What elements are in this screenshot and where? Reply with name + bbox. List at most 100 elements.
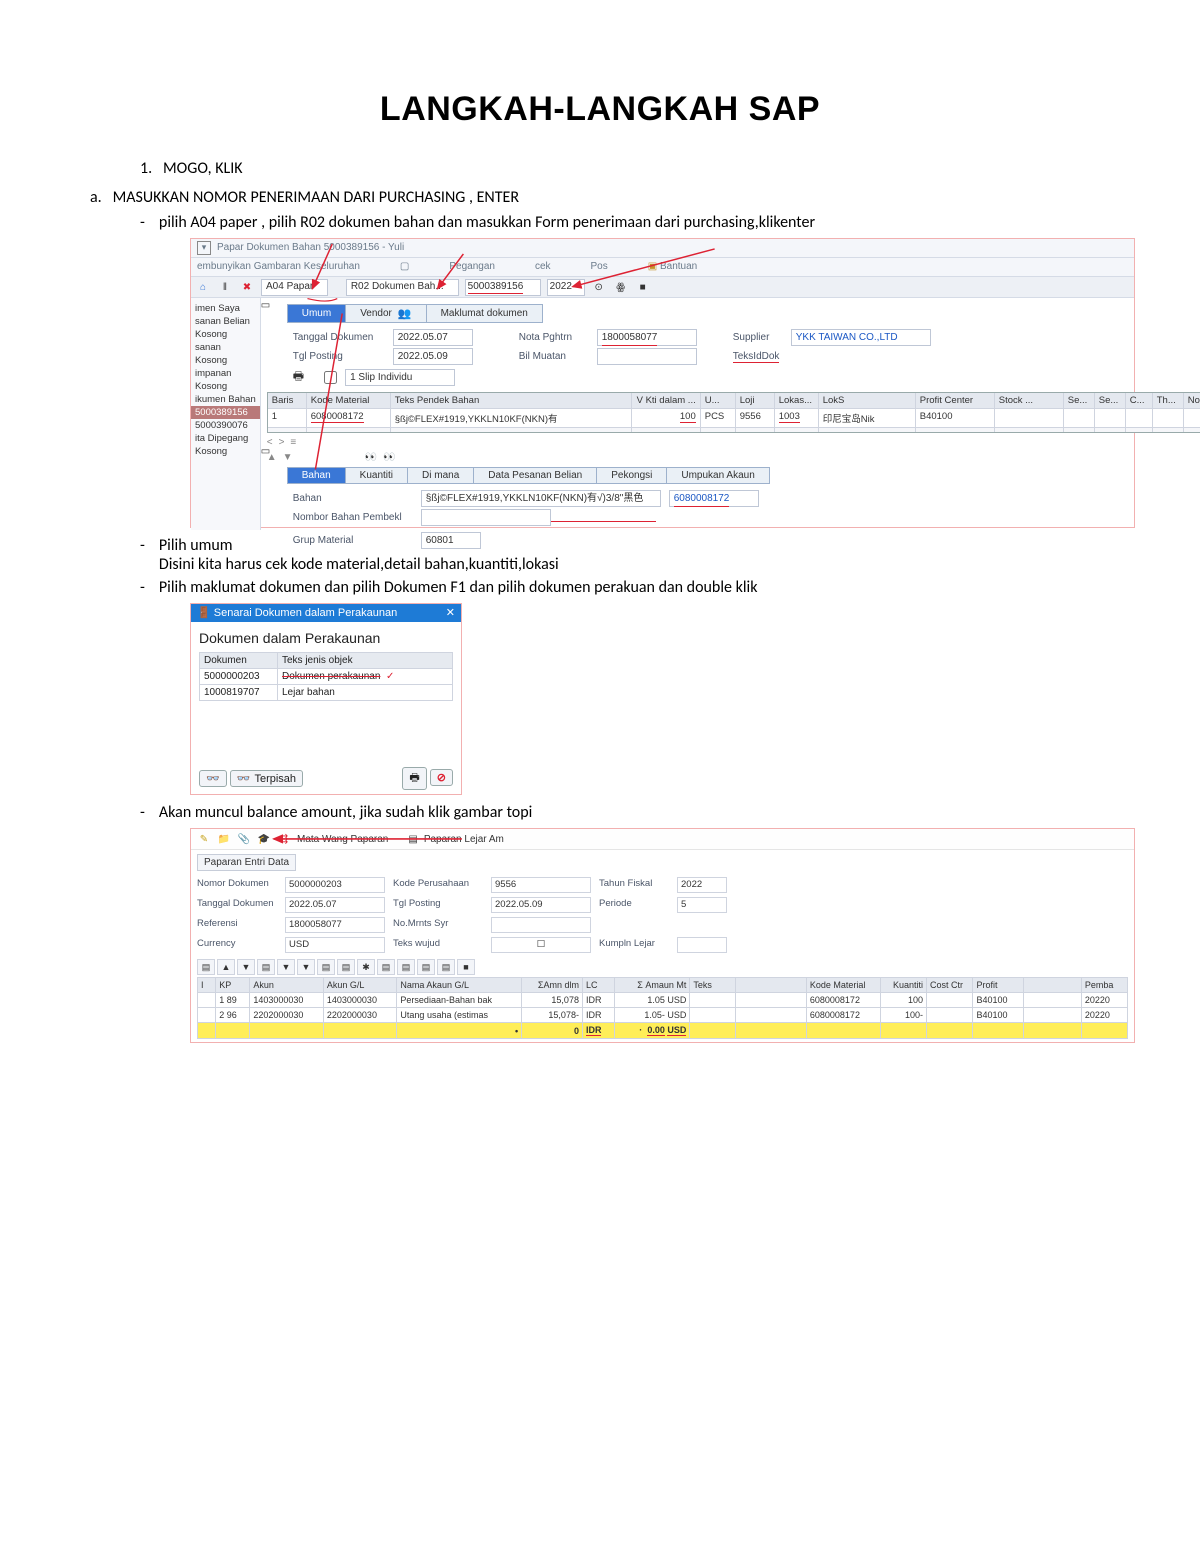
printer-icon[interactable]: 🖶 [402,767,426,790]
attach-icon[interactable]: 📎 [237,832,251,846]
binoculars-icon[interactable]: 👀 [365,452,377,463]
sidebar-item[interactable]: ikumen Bahan [191,393,260,406]
sidebar-item[interactable]: 5000390076 [191,419,260,432]
sidebar-item-selected[interactable]: 5000389156 [191,406,260,419]
list-icon[interactable]: ▤ [408,834,417,845]
val-td[interactable]: 2022.05.07 [285,897,385,913]
tab-data-pesanan[interactable]: Data Pesanan Belian [473,467,597,484]
cell-type1[interactable]: Dokumen perakaunan ✓ [278,669,453,685]
slip-dropdown[interactable]: 1 Slip Individu [345,369,455,386]
year-input[interactable]: 2022 [547,279,585,296]
sidebar-item[interactable]: Kosong [191,380,260,393]
sidebar-item[interactable]: sanan [191,341,260,354]
val-bil-muatan[interactable] [597,348,697,365]
cell-kti[interactable]: 100 [632,409,701,427]
tab-bahan[interactable]: Bahan [287,467,346,484]
tb-icon[interactable]: ▼ [277,959,295,975]
cell-doc1[interactable]: 5000000203 [200,669,278,685]
table-row[interactable]: 1 8914030000301403000030Persediaan-Bahan… [198,993,1128,1008]
tb-icon[interactable]: ▤ [317,959,335,975]
val-rf[interactable]: 1800058077 [285,917,385,933]
nav-right-icon[interactable]: > [279,437,285,448]
menu-pos[interactable]: Pos [591,258,608,276]
exec-icon[interactable]: ⊙ [591,279,607,295]
printer-icon[interactable]: 🖶 [293,367,304,388]
nav-list-icon[interactable]: ≡ [290,437,296,448]
cell-u[interactable]: PCS [701,409,736,427]
val-nota[interactable]: 1800058077 [597,329,697,346]
tb-icon[interactable]: ▼ [237,959,255,975]
val-tgl-posting[interactable]: 2022.05.09 [393,348,473,365]
tb-icon[interactable]: ▤ [437,959,455,975]
help-icon[interactable]: ■ [635,279,651,295]
tab-dimana[interactable]: Di mana [407,467,474,484]
tab-maklumat[interactable]: Maklumat dokumen [426,304,543,323]
val-bahan[interactable]: §ßj©FLEX#1919,YKKLN10KF(NKN)有√)3/8"黑色0..… [421,490,661,507]
cell-baris[interactable]: 1 [268,409,307,427]
menu-cek[interactable]: cek [535,258,551,276]
close-icon[interactable]: ✕ [446,604,455,622]
tab-kuantiti[interactable]: Kuantiti [345,467,408,484]
tb-icon[interactable]: ▤ [337,959,355,975]
val-tw[interactable]: ☐ [491,937,591,953]
table-row[interactable]: 2 9622020000302202000030Utang usaha (est… [198,1008,1128,1023]
tb-icon[interactable]: ✱ [357,959,375,975]
tb-icon[interactable]: ■ [457,959,475,975]
binoculars-icon[interactable]: 👀 [383,452,395,463]
cell-material[interactable]: 6080008172 [307,409,391,427]
binoculars-icon[interactable]: ꙮ [613,279,629,295]
tb-icon[interactable]: ▤ [377,959,395,975]
tb-icon[interactable]: ▤ [397,959,415,975]
val-nd[interactable]: 5000000203 [285,877,385,893]
cell-type2[interactable]: Lejar bahan [278,685,453,701]
sort-desc-icon[interactable]: ▼ [283,452,293,463]
val-tp[interactable]: 2022.05.09 [491,897,591,913]
collapse-icon[interactable]: ▭ [261,300,270,311]
sidebar-item[interactable]: ita Dipegang [191,432,260,445]
breadcrumb[interactable]: Paparan Entri Data [197,854,296,871]
slip-checkbox[interactable] [324,371,337,384]
tab-pekongsi[interactable]: Pekongsi [596,467,667,484]
tree-icon[interactable]: ⇶ [277,832,291,846]
sidebar-item[interactable]: imen Saya [191,302,260,315]
hat-icon[interactable]: 🎓 [257,832,271,846]
btn-terpisah[interactable]: 👓 Terpisah [230,770,303,787]
a04-dropdown[interactable]: A04 Papar [261,279,328,296]
cell-loji[interactable]: 9556 [736,409,775,427]
folder-icon[interactable]: 📁 [217,832,231,846]
tb-icon[interactable]: ▤ [417,959,435,975]
val-pe[interactable]: 5 [677,897,727,913]
val-nbp[interactable] [421,509,551,526]
sidebar-item[interactable]: Kosong [191,354,260,367]
val-supplier[interactable]: YKK TAIWAN CO.,LTD [791,329,931,346]
wand-icon[interactable]: ✎ [197,832,211,846]
tab-umum[interactable]: Umum [287,304,346,323]
val-nm[interactable] [491,917,591,933]
cancel-icon[interactable]: ⊘ [430,769,453,786]
val-kp[interactable]: 9556 [491,877,591,893]
val-bahan-code[interactable]: 6080008172 [669,490,759,507]
tab-vendor[interactable]: Vendor 👥 [345,304,426,323]
btn-mata-wang[interactable]: Mata Wang Paparan [297,834,388,845]
val-tgl-dokumen[interactable]: 2022.05.07 [393,329,473,346]
close-icon[interactable]: ✖ [239,279,255,295]
tb-icon[interactable]: ▲ [217,959,235,975]
cell-pc[interactable]: B40100 [916,409,995,427]
btn-spectacles[interactable]: 👓 [199,770,227,787]
home-icon[interactable]: ⌂ [195,279,211,295]
cell-loks[interactable]: 印尼宝岛Nik [819,409,916,427]
btn-paparan-lejar[interactable]: Paparan Lejar Am [424,834,504,845]
collapse-icon[interactable]: ▭ [261,446,270,457]
tab-umpukan[interactable]: Umpukan Akaun [666,467,769,484]
sidebar-item[interactable]: Kosong [191,445,260,458]
cell-doc2[interactable]: 1000819707 [200,685,278,701]
menu-pegangan[interactable]: Pegangan [449,258,495,276]
sidebar-item[interactable]: sanan Belian [191,315,260,328]
cell-lokas[interactable]: 1003 [775,409,819,427]
val-tf[interactable]: 2022 [677,877,727,893]
tb-icon[interactable]: ▤ [257,959,275,975]
cell-desc[interactable]: §ßj©FLEX#1919,YKKLN10KF(NKN)有 [391,409,632,427]
sidebar-item[interactable]: impanan [191,367,260,380]
val-kl[interactable] [677,937,727,953]
nav-icon[interactable]: ‖ [217,279,233,295]
